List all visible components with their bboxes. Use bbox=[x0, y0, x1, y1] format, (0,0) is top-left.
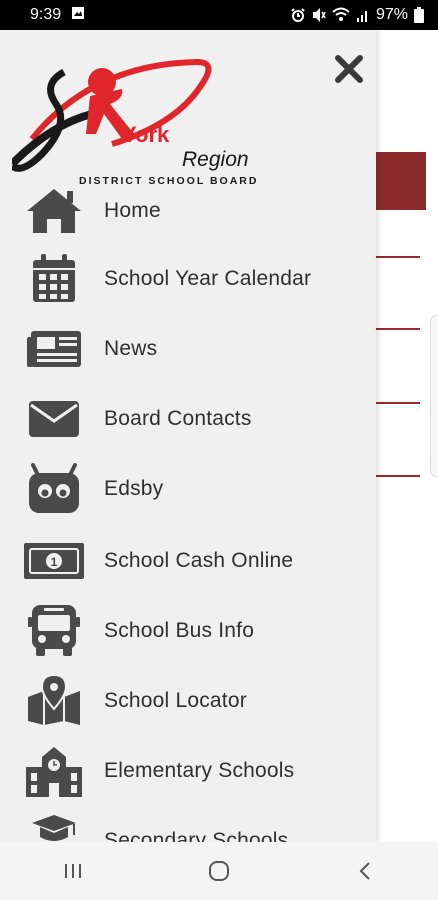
battery-icon bbox=[414, 7, 424, 23]
menu-item-label: Edsby bbox=[104, 477, 164, 500]
back-icon bbox=[359, 862, 370, 880]
status-bar: 9:39 97% bbox=[0, 0, 438, 30]
calendar-icon bbox=[24, 253, 84, 305]
svg-text:1: 1 bbox=[51, 555, 58, 569]
home-nav-button[interactable] bbox=[189, 851, 249, 891]
menu-item-label: School Cash Online bbox=[104, 549, 294, 572]
menu-item-label: School Locator bbox=[104, 689, 247, 712]
background-divider bbox=[376, 475, 420, 477]
menu-item-label: Elementary Schools bbox=[104, 759, 295, 782]
close-icon bbox=[335, 55, 363, 83]
menu-item-secondary-schools[interactable]: Secondary Schools bbox=[0, 808, 376, 842]
background-scroll-tab bbox=[430, 315, 438, 477]
recent-apps-icon bbox=[65, 864, 81, 878]
edsby-robot-icon bbox=[24, 463, 84, 515]
menu-item-label: Board Contacts bbox=[104, 407, 252, 430]
mute-icon bbox=[312, 7, 326, 23]
menu-item-school-bus-info[interactable]: School Bus Info bbox=[0, 598, 376, 664]
logo-york-text: York bbox=[122, 122, 170, 147]
newspaper-icon bbox=[24, 323, 84, 375]
menu-item-label: News bbox=[104, 337, 158, 360]
menu-item-edsby[interactable]: Edsby bbox=[0, 456, 376, 522]
menu-item-label: School Bus Info bbox=[104, 619, 255, 642]
menu-item-board-contacts[interactable]: Board Contacts bbox=[0, 386, 376, 452]
menu-item-label: Home bbox=[104, 199, 161, 222]
recent-apps-button[interactable] bbox=[43, 851, 103, 891]
money-bill-icon: 1 bbox=[24, 535, 84, 587]
background-divider bbox=[376, 328, 420, 330]
home-icon bbox=[24, 185, 84, 237]
school-building-icon bbox=[24, 745, 84, 797]
logo-region-text: Region bbox=[182, 148, 249, 171]
close-button[interactable] bbox=[332, 52, 366, 86]
menu-item-home[interactable]: Home bbox=[0, 178, 376, 244]
bus-icon bbox=[24, 605, 84, 657]
back-nav-button[interactable] bbox=[335, 851, 395, 891]
envelope-icon bbox=[24, 393, 84, 445]
menu-item-elementary-schools[interactable]: Elementary Schools bbox=[0, 738, 376, 804]
menu-item-school-locator[interactable]: School Locator bbox=[0, 668, 376, 734]
background-divider bbox=[376, 256, 420, 258]
home-circle-icon bbox=[209, 861, 229, 881]
menu-item-label: School Year Calendar bbox=[104, 267, 312, 290]
menu-item-label: Secondary Schools bbox=[104, 829, 289, 842]
image-icon bbox=[71, 6, 85, 25]
graduation-cap-icon bbox=[24, 815, 84, 842]
menu-item-school-cash-online[interactable]: 1 School Cash Online bbox=[0, 528, 376, 594]
background-banner bbox=[376, 152, 426, 210]
status-time: 9:39 bbox=[30, 6, 62, 23]
system-navigation-bar bbox=[0, 842, 438, 900]
menu-item-news[interactable]: News bbox=[0, 316, 376, 382]
map-marker-icon bbox=[24, 675, 84, 727]
signal-icon bbox=[356, 7, 370, 23]
menu-item-school-year-calendar[interactable]: School Year Calendar bbox=[0, 246, 376, 312]
battery-text: 97% bbox=[375, 6, 408, 23]
alarm-icon bbox=[290, 7, 306, 23]
background-divider bbox=[376, 402, 420, 404]
navigation-drawer: York Region DISTRICT SCHOOL BOARD Home S… bbox=[0, 30, 376, 842]
wifi-icon bbox=[332, 7, 350, 23]
